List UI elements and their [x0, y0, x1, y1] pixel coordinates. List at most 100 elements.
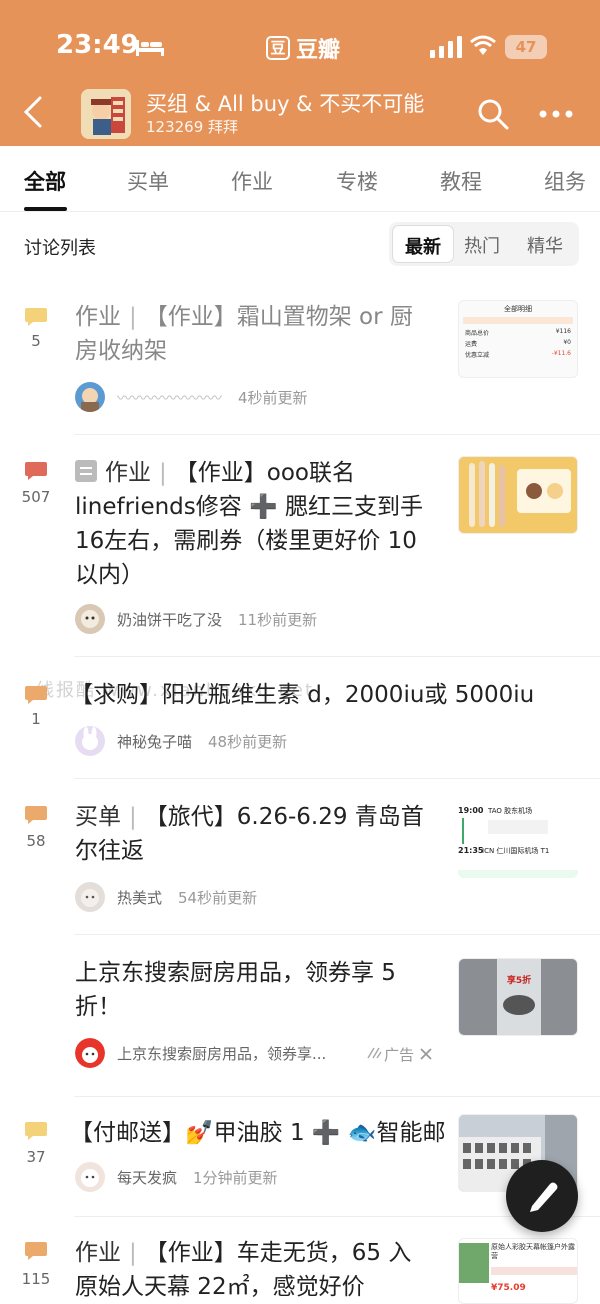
comment-count: 507: [21, 488, 51, 506]
list-item[interactable]: 507 作业 | 【作业】ooo联名 linefriends修容 ➕ 腮红三支到手 …: [0, 456, 600, 656]
discussion-list-header: 讨论列表: [24, 238, 96, 259]
post-author[interactable]: 神秘兔子喵: [117, 731, 192, 752]
title-separator: |: [129, 304, 137, 330]
active-tab-indicator: [24, 207, 67, 211]
comment-count: 37: [26, 1148, 46, 1166]
battery-indicator: 47: [505, 35, 547, 59]
group-avatar-image: [81, 89, 131, 139]
post-category: 作业: [105, 460, 151, 486]
avatar[interactable]: [75, 882, 105, 912]
post-title-line-3: 16左右，需刷券（楼里更好价 10: [75, 528, 417, 554]
post-title-line-2: 尔往返: [75, 838, 144, 864]
thumb-row-1-value: ¥116: [555, 328, 571, 335]
thumb-arrive-airport: ICN 仁川国际机场 T1: [482, 847, 550, 855]
post-title: 买单 | 【旅代】6.26-6.29 青岛首 尔往返: [75, 800, 424, 868]
close-icon[interactable]: [420, 1048, 432, 1060]
ad-title: 上京东搜索厨房用品，领券享 5 折！: [75, 956, 396, 1024]
search-icon[interactable]: [477, 98, 509, 130]
document-icon: [75, 460, 97, 482]
avatar: [75, 1038, 105, 1068]
comment-count: 115: [21, 1270, 51, 1288]
title-separator: |: [129, 1240, 137, 1266]
post-thumbnail[interactable]: 全部明细 商品总价 ¥116 运费 ¥0 优惠立减 -¥11.6: [458, 300, 578, 378]
post-title: 【付邮送】💅甲油胶 1 ➕ 🐟智能邮: [70, 1120, 446, 1146]
post-time: 48秒前更新: [208, 732, 288, 751]
thumb-row-3: 优惠立减: [465, 352, 490, 359]
title-separator: |: [159, 460, 167, 486]
list-item[interactable]: 115 作业 | 【作业】车走无货，65 入 原始人天幕 22㎡，感觉好价 原始人彩…: [0, 1236, 600, 1304]
tab-all[interactable]: 全部: [24, 166, 66, 196]
avatar[interactable]: [75, 604, 105, 634]
tab-buy-list[interactable]: 买单: [127, 166, 169, 196]
tab-special-thread[interactable]: 专楼: [336, 166, 378, 196]
compose-button[interactable]: [506, 1160, 578, 1232]
ad-item[interactable]: 上京东搜索厨房用品，领券享 5 折！ 上京东搜索厨房用品，领券享... 广告 享…: [0, 956, 600, 1096]
list-item[interactable]: 5 作业 | 【作业】霜山置物架 or 厨 房收纳架 〰〰〰〰〰〰〰 4秒前更新 全…: [0, 296, 600, 434]
tab-group-affairs[interactable]: 组务: [544, 166, 586, 196]
post-thumbnail[interactable]: 原始人彩胶天幕帐篷户外露营 ¥75.09: [458, 1238, 578, 1304]
list-item[interactable]: 1 【求购】阳光瓶维生素 d，2000iu或 5000iu 神秘兔子喵 48秒前…: [0, 678, 600, 778]
thumb-arrive-time: 21:35: [458, 846, 484, 855]
sort-featured[interactable]: 精华: [527, 232, 563, 258]
post-title: 作业 | 【作业】霜山置物架 or 厨 房收纳架: [75, 300, 413, 368]
post-author[interactable]: 〰〰〰〰〰〰〰: [117, 387, 222, 408]
comment-icon: [25, 806, 47, 824]
post-title-line-2: linefriends修容 ➕ 腮红三支到手: [75, 494, 424, 520]
comment-icon: [25, 1122, 47, 1140]
post-author[interactable]: 奶油饼干吃了没: [117, 609, 222, 630]
post-title-line-1: 【旅代】6.26-6.29 青岛首: [144, 804, 424, 830]
douban-logo-icon: 豆: [266, 36, 290, 60]
post-title-line-2: 原始人天幕 22㎡，感觉好价: [75, 1274, 365, 1300]
comment-count: 5: [31, 332, 41, 350]
group-member-count: 123269 拜拜: [146, 118, 239, 136]
group-title: 买组 & All buy & 不买不可能: [146, 92, 425, 116]
ad-thumb-text: 享5折: [506, 976, 532, 986]
thumb-product-name: 原始人彩胶天幕帐篷户外露营: [491, 1243, 575, 1260]
comment-count: 1: [31, 710, 41, 728]
post-category: 买单: [75, 804, 121, 830]
post-title: 作业 | 【作业】ooo联名 linefriends修容 ➕ 腮红三支到手 16左右…: [75, 456, 445, 592]
list-item[interactable]: 58 买单 | 【旅代】6.26-6.29 青岛首 尔往返 热美式 54秒前更新 1…: [0, 800, 600, 934]
status-time: 23:49: [56, 30, 139, 60]
sort-latest[interactable]: 最新: [392, 225, 454, 263]
thumb-pens-image: [459, 457, 577, 533]
post-title-line-1: 【作业】ooo联名: [174, 460, 355, 486]
ad-mark-icon: [367, 1047, 382, 1059]
tab-tutorial[interactable]: 教程: [440, 166, 482, 196]
post-title-line-4: 以内）: [75, 562, 144, 588]
back-arrow-icon[interactable]: [18, 92, 48, 132]
post-author[interactable]: 每天发疯: [117, 1167, 177, 1188]
avatar[interactable]: [75, 1162, 105, 1192]
bed-icon: [136, 40, 164, 56]
group-avatar[interactable]: [81, 89, 131, 139]
post-thumbnail[interactable]: [458, 456, 578, 534]
post-time: 54秒前更新: [178, 888, 258, 907]
post-time: 4秒前更新: [238, 388, 308, 407]
thumb-depart-time: 19:00: [458, 806, 484, 815]
post-title-line-1: 【作业】霜山置物架 or 厨: [144, 304, 413, 330]
status-app-indicator: 豆 豆瓣: [266, 32, 340, 64]
post-thumbnail[interactable]: 19:00 TAO 胶东机场 21:35 ICN 仁川国际机场 T1: [458, 800, 578, 878]
post-title: 作业 | 【作业】车走无货，65 入 原始人天幕 22㎡，感觉好价: [75, 1236, 411, 1304]
post-author[interactable]: 热美式: [117, 887, 162, 908]
post-title: 【求购】阳光瓶维生素 d，2000iu或 5000iu: [70, 682, 535, 708]
thumb-price: ¥75.09: [491, 1283, 526, 1293]
comment-icon: [25, 1242, 47, 1260]
avatar[interactable]: [75, 382, 105, 412]
post-category: 作业: [75, 1240, 121, 1266]
comment-icon: [25, 308, 47, 326]
category-tabs: 全部 买单 作业 专楼 教程 组务: [0, 146, 600, 212]
title-separator: |: [129, 804, 137, 830]
sort-hot[interactable]: 热门: [464, 232, 500, 258]
avatar[interactable]: [75, 726, 105, 756]
post-meta: 〰〰〰〰〰〰〰 4秒前更新: [75, 382, 308, 412]
divider: [74, 434, 600, 435]
comment-count: 58: [26, 832, 46, 850]
ad-thumbnail[interactable]: 享5折: [458, 958, 578, 1036]
ad-title-line-1: 上京东搜索厨房用品，领券享 5: [75, 960, 396, 986]
pen-icon: [530, 1182, 558, 1212]
tab-homework[interactable]: 作业: [231, 166, 273, 196]
more-icon[interactable]: [538, 104, 574, 124]
top-bar: 23:49 豆 豆瓣 47 买组 & All buy & 不买不可能 12326…: [0, 0, 600, 146]
status-app-name: 豆瓣: [296, 38, 341, 63]
